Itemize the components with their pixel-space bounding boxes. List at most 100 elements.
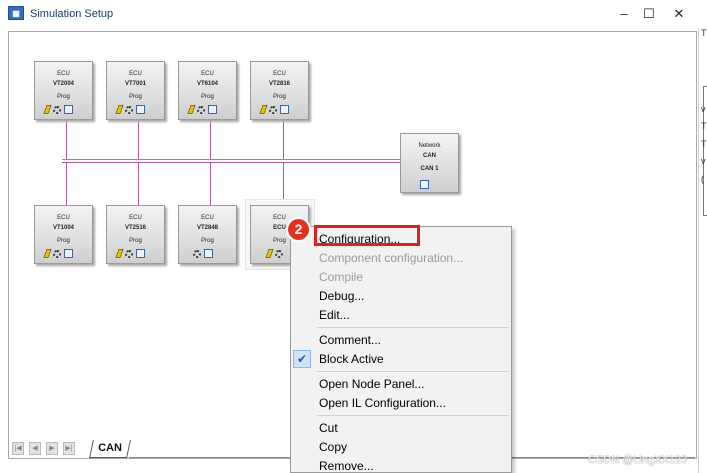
node-sub: Prog: [57, 238, 70, 244]
gear-icon[interactable]: [52, 106, 61, 114]
connector-line: [138, 163, 139, 205]
node-name: VT7001: [124, 81, 146, 87]
step-badge: 2: [288, 219, 309, 240]
next-tab-button[interactable]: ▶: [46, 442, 58, 455]
node-sub: Prog: [129, 94, 142, 100]
menu-item-copy[interactable]: Copy: [291, 437, 511, 457]
node-type: ECU: [201, 71, 214, 77]
edge-text: (: [701, 174, 704, 184]
panel-icon[interactable]: [135, 249, 145, 258]
gear-icon[interactable]: [196, 106, 205, 114]
pencil-icon[interactable]: [186, 105, 196, 114]
panel-icon[interactable]: [203, 249, 213, 258]
node-type: ECU: [129, 215, 142, 221]
node-sub: Prog: [201, 94, 214, 100]
window-title: Simulation Setup: [30, 8, 114, 20]
menu-item-remove[interactable]: Remove...: [291, 456, 511, 472]
prev-tab-button[interactable]: ◀: [29, 442, 41, 455]
connector-line: [66, 163, 67, 205]
watermark: CSDN @LingXX123: [588, 454, 688, 466]
close-button[interactable]: ✕: [665, 2, 693, 26]
edge-text: v: [701, 104, 706, 114]
minimize-button[interactable]: –: [610, 2, 638, 26]
menu-item-debug[interactable]: Debug...: [291, 286, 511, 306]
node-type: ECU: [273, 71, 286, 77]
checkmark-icon: ✔: [293, 350, 311, 368]
app-icon: ▦: [8, 6, 24, 20]
edge-text: T: [701, 28, 707, 38]
node-name: VT6104: [196, 81, 218, 87]
connector-line: [138, 121, 139, 159]
node-sub: CAN 1: [420, 166, 439, 172]
edge-text: v: [701, 156, 706, 166]
menu-item-open-node-panel[interactable]: Open Node Panel...: [291, 374, 511, 394]
menu-item-edit[interactable]: Edit...: [291, 305, 511, 325]
panel-icon[interactable]: [279, 105, 289, 114]
node-name: VT2004: [52, 81, 74, 87]
connector-line: [210, 121, 211, 159]
gear-icon[interactable]: [52, 250, 61, 258]
ecu-node-vt2816[interactable]: ECU VT2816 Prog: [250, 61, 309, 120]
gear-icon[interactable]: [124, 106, 133, 114]
gear-icon[interactable]: [268, 106, 277, 114]
node-type: ECU: [201, 215, 214, 221]
pencil-icon[interactable]: [114, 249, 124, 258]
connector-line: [66, 121, 67, 159]
context-menu: Configuration... Component configuration…: [290, 226, 512, 473]
menu-item-component-configuration: Component configuration...: [319, 251, 464, 265]
can-bus-line-upper: [62, 159, 405, 160]
menu-separator: [317, 371, 509, 372]
menu-item-block-active[interactable]: ✔ Block Active: [291, 349, 511, 369]
node-name: VT2816: [268, 81, 290, 87]
node-sub: Prog: [129, 238, 142, 244]
menu-item-cut[interactable]: Cut: [291, 418, 511, 438]
ecu-node-vt6104[interactable]: ECU VT6104 Prog: [178, 61, 237, 120]
node-type: Network: [418, 143, 441, 149]
node-sub: Prog: [273, 94, 286, 100]
pencil-icon[interactable]: [42, 249, 52, 258]
maximize-button[interactable]: ☐: [635, 2, 663, 26]
first-tab-button[interactable]: |◀: [12, 442, 24, 455]
menu-separator: [317, 415, 509, 416]
connector-line: [210, 163, 211, 205]
node-sub: Prog: [201, 238, 214, 244]
can-bus-line-lower: [62, 162, 405, 163]
menu-item-compile: Compile: [319, 270, 364, 284]
tab-can[interactable]: CAN: [89, 440, 131, 458]
edge-text: T: [701, 121, 707, 131]
gear-icon[interactable]: [192, 250, 201, 258]
pencil-icon[interactable]: [114, 105, 124, 114]
panel-icon[interactable]: [135, 105, 145, 114]
node-name: VT2848: [196, 225, 218, 231]
panel-icon[interactable]: [63, 249, 73, 258]
ecu-node-vt7001[interactable]: ECU VT7001 Prog: [106, 61, 165, 120]
last-tab-button[interactable]: ▶|: [63, 442, 75, 455]
node-sub: Prog: [57, 94, 70, 100]
node-type: ECU: [129, 71, 142, 77]
panel-icon[interactable]: [207, 105, 217, 114]
adjacent-window-edge: T v T T v (: [698, 28, 707, 473]
gear-icon[interactable]: [274, 250, 283, 258]
menu-item-open-il-configuration[interactable]: Open IL Configuration...: [291, 393, 511, 413]
panel-icon[interactable]: [420, 180, 429, 189]
ecu-node-vt2004[interactable]: ECU VT2004 Prog: [34, 61, 93, 120]
pencil-icon[interactable]: [42, 105, 52, 114]
ecu-node-vt2516[interactable]: ECU VT2516 Prog: [106, 205, 165, 264]
ecu-node-vt1004[interactable]: ECU VT1004 Prog: [34, 205, 93, 264]
node-type: ECU: [57, 215, 70, 221]
menu-separator: [317, 327, 509, 328]
edge-text: T: [701, 139, 707, 149]
annotation-highlight-box: [314, 225, 420, 246]
node-type: ECU: [57, 71, 70, 77]
node-name: VT2516: [124, 225, 146, 231]
connector-line: [283, 121, 284, 159]
title-bar: ▦ Simulation Setup – ☐ ✕: [0, 0, 707, 28]
ecu-node-vt2848[interactable]: ECU VT2848 Prog: [178, 205, 237, 264]
pencil-icon[interactable]: [264, 249, 274, 258]
panel-icon[interactable]: [63, 105, 73, 114]
gear-icon[interactable]: [124, 250, 133, 258]
menu-item-comment[interactable]: Comment...: [291, 330, 511, 350]
pencil-icon[interactable]: [258, 105, 268, 114]
network-node-can[interactable]: Network CAN CAN 1: [400, 133, 459, 193]
node-name: CAN: [423, 153, 436, 159]
